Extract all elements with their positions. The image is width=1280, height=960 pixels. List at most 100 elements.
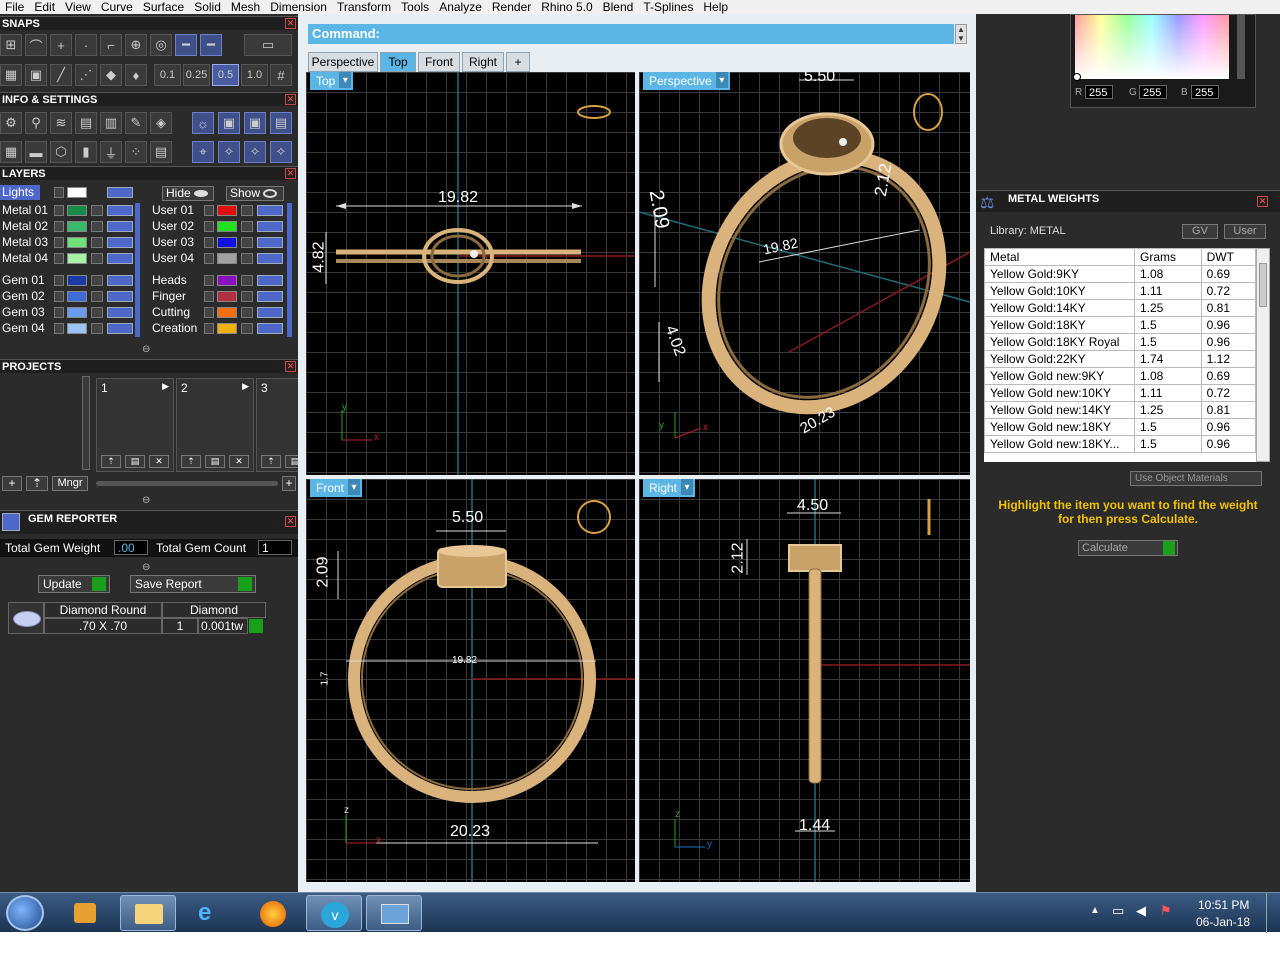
table-row[interactable]: Yellow Gold new:18KY... 1.5 0.96 bbox=[984, 435, 1256, 453]
table-row[interactable]: Yellow Gold:22KY 1.74 1.12 bbox=[984, 350, 1256, 368]
menu-item-solid[interactable]: Solid bbox=[189, 0, 226, 14]
menu-item-mesh[interactable]: Mesh bbox=[226, 0, 265, 14]
start-button[interactable] bbox=[6, 895, 44, 931]
arrow-icon[interactable] bbox=[204, 237, 214, 248]
layer-visibility-toggle[interactable] bbox=[257, 291, 283, 302]
action-center-icon[interactable]: ⚑ bbox=[1160, 903, 1172, 919]
layer-visibility-toggle[interactable] bbox=[257, 307, 283, 318]
gumball-icon[interactable]: ◆ bbox=[100, 64, 122, 86]
use-object-materials-toggle[interactable]: Use Object Materials bbox=[1130, 471, 1262, 486]
viewport-top[interactable]: Top 19.82 4.82 yx bbox=[306, 72, 635, 475]
arrow-icon[interactable] bbox=[204, 275, 214, 286]
scroll-thumb[interactable] bbox=[1259, 263, 1267, 307]
gem-icon[interactable]: ✧ bbox=[218, 141, 240, 163]
end-snap-icon[interactable]: ⌐ bbox=[100, 34, 122, 56]
grid-icon[interactable]: ▦ bbox=[0, 64, 22, 86]
project-slot[interactable]: 1 ▶ ⇡ ▤ ✕ bbox=[96, 378, 174, 472]
table-row[interactable]: Yellow Gold new:14KY 1.25 0.81 bbox=[984, 401, 1256, 419]
color-swatch[interactable] bbox=[67, 237, 87, 248]
tab-top[interactable]: Top bbox=[380, 52, 416, 72]
lock-icon[interactable] bbox=[91, 275, 103, 286]
color-swatch[interactable] bbox=[67, 323, 87, 334]
color-swatch[interactable] bbox=[217, 237, 237, 248]
color-swatch[interactable] bbox=[67, 307, 87, 318]
tab-perspective[interactable]: Perspective bbox=[308, 52, 378, 72]
layer-row[interactable]: User 01 bbox=[150, 203, 296, 218]
collapse-icon[interactable]: ⊖ bbox=[142, 562, 154, 573]
layer-row[interactable]: Metal 04 bbox=[0, 251, 146, 266]
color-swatch[interactable] bbox=[217, 253, 237, 264]
monitor-icon[interactable]: ▬ bbox=[25, 141, 47, 163]
viewport-label-right[interactable]: Right bbox=[643, 479, 696, 497]
menu-item-curve[interactable]: Curve bbox=[96, 0, 138, 14]
prong-icon[interactable]: ✧ bbox=[244, 141, 266, 163]
brightness-slider[interactable] bbox=[1237, 15, 1245, 79]
table-row[interactable]: Yellow Gold new:18KY 1.5 0.96 bbox=[984, 418, 1256, 436]
record-history-icon[interactable]: ♦ bbox=[125, 64, 147, 86]
projects-slider[interactable] bbox=[96, 481, 278, 486]
layer-visibility-toggle[interactable] bbox=[107, 205, 133, 216]
curve-snap-icon[interactable]: ⌒ bbox=[25, 34, 47, 56]
play-icon[interactable] bbox=[249, 619, 263, 633]
layers-icon[interactable]: ≋ bbox=[50, 112, 72, 134]
metal-table-scrollbar[interactable] bbox=[1256, 248, 1270, 462]
arrow-icon[interactable] bbox=[54, 307, 64, 318]
taskbar-rhino-app[interactable]: v bbox=[306, 895, 362, 931]
viewport-perspective[interactable]: Perspective 5.50 2.09 2.12 19.82 4.02 20… bbox=[639, 72, 970, 475]
close-icon[interactable]: ✕ bbox=[285, 94, 296, 105]
calculate-button[interactable]: Calculate bbox=[1078, 540, 1178, 556]
tray-arrow-icon[interactable]: ▲ bbox=[1090, 905, 1100, 916]
menu-item-transform[interactable]: Transform bbox=[332, 0, 396, 14]
arrow-icon[interactable] bbox=[54, 187, 64, 198]
manager-button[interactable]: Mngr bbox=[52, 476, 88, 491]
cube-icon[interactable]: ◈ bbox=[150, 112, 172, 134]
layer-row[interactable]: Finger bbox=[150, 289, 296, 304]
tab-right[interactable]: Right bbox=[462, 52, 504, 72]
delete-icon[interactable]: ✕ bbox=[229, 455, 249, 468]
layer-row[interactable]: Gem 04 bbox=[0, 321, 146, 336]
light-icon[interactable]: ☼ bbox=[192, 112, 214, 134]
layer-row[interactable]: User 03 bbox=[150, 235, 296, 250]
objects-icon[interactable]: ▤ bbox=[75, 112, 97, 134]
color-swatch[interactable] bbox=[67, 205, 87, 216]
layer-visibility-toggle[interactable] bbox=[107, 237, 133, 248]
collapse-icon[interactable]: ⊖ bbox=[142, 495, 154, 506]
update-button[interactable]: Update bbox=[38, 575, 110, 593]
upload-icon[interactable]: ⇡ bbox=[181, 455, 201, 468]
layer-row[interactable]: Creation bbox=[150, 321, 296, 336]
viewports-icon[interactable]: ▦ bbox=[0, 141, 22, 163]
gv-button[interactable]: GV bbox=[1182, 224, 1218, 239]
settings-icon[interactable]: ⚙ bbox=[0, 112, 22, 134]
viewport-front[interactable]: Front 5.50 2.09 19.82 1.7 20.23 zx bbox=[306, 479, 635, 882]
quad-snap-icon[interactable]: ◎ bbox=[150, 34, 172, 56]
lock-icon[interactable] bbox=[241, 253, 253, 264]
lock-icon[interactable] bbox=[91, 291, 103, 302]
menu-item-analyze[interactable]: Analyze bbox=[434, 0, 487, 14]
table-row[interactable]: Yellow Gold:14KY 1.25 0.81 bbox=[984, 299, 1256, 317]
layer-row[interactable]: Gem 02 bbox=[0, 289, 146, 304]
color-swatch[interactable] bbox=[217, 323, 237, 334]
lock-icon[interactable] bbox=[91, 237, 103, 248]
render-icon[interactable]: ▣ bbox=[244, 112, 266, 134]
arrow-icon[interactable] bbox=[54, 205, 64, 216]
color-swatch[interactable] bbox=[217, 275, 237, 286]
lock-icon[interactable] bbox=[91, 307, 103, 318]
layers-scrollbar[interactable] bbox=[135, 203, 140, 337]
search-icon[interactable]: ⚲ bbox=[25, 112, 47, 134]
red-field[interactable]: 255 bbox=[1085, 85, 1113, 99]
color-cursor[interactable] bbox=[1073, 73, 1081, 81]
snap-value-0-1[interactable]: 0.1 bbox=[154, 64, 181, 86]
arrow-icon[interactable] bbox=[204, 323, 214, 334]
image-icon[interactable]: ▤ bbox=[270, 112, 292, 134]
camera-icon[interactable]: ▣ bbox=[218, 112, 240, 134]
layer-visibility-toggle[interactable] bbox=[107, 307, 133, 318]
layer-visibility-toggle[interactable] bbox=[257, 205, 283, 216]
layer-visibility-toggle[interactable] bbox=[107, 323, 133, 334]
color-swatch[interactable] bbox=[217, 307, 237, 318]
arrow-icon[interactable] bbox=[54, 291, 64, 302]
layer-visibility-toggle[interactable] bbox=[257, 323, 283, 334]
lights-layer[interactable]: Lights bbox=[0, 185, 40, 200]
arrow-icon[interactable] bbox=[204, 307, 214, 318]
layer-visibility-toggle[interactable] bbox=[107, 275, 133, 286]
snap-value-1-0[interactable]: 1.0 bbox=[241, 64, 268, 86]
